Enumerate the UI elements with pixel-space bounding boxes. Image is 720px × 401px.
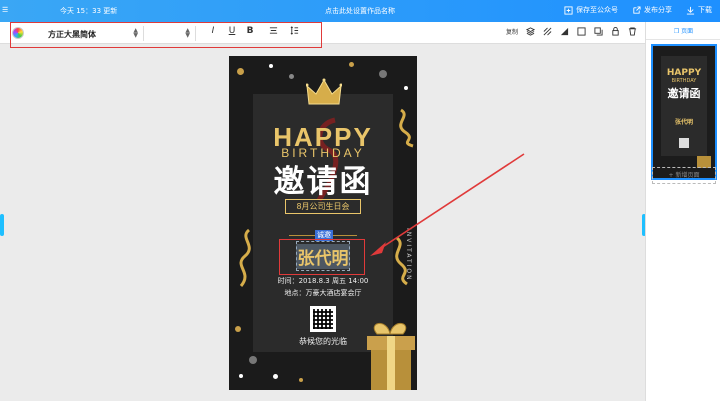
event-badge: 8月公司生日会: [285, 199, 361, 214]
add-page-button[interactable]: + 新增页面: [652, 167, 716, 184]
confetti-dot: [379, 70, 387, 78]
name-highlight-box: [279, 239, 365, 275]
top-bar: ☰ 今天 15：33 更新 点击此处设置作品名称 保存至公众号 发布分享 下载: [0, 0, 720, 22]
thumbnail-qr: [679, 138, 689, 148]
toolbar-highlight-box: [10, 22, 322, 48]
lock-icon[interactable]: [611, 27, 620, 36]
shadow-icon[interactable]: [594, 27, 603, 36]
save-to-wechat-button[interactable]: 保存至公众号: [564, 5, 618, 15]
publish-share-button[interactable]: 发布分享: [632, 5, 672, 15]
pattern-icon[interactable]: [543, 27, 552, 36]
divider: [646, 39, 720, 40]
pages-panel: ❐ 页面 HAPPY BIRTHDAY 邀请函 张代明 + 新增页面: [645, 22, 720, 401]
tab-pages[interactable]: ❐ 页面: [646, 26, 720, 35]
qr-code: [310, 306, 336, 332]
annotation-arrow: [370, 153, 525, 256]
download-button[interactable]: 下载: [686, 5, 712, 15]
confetti-dot: [249, 356, 257, 364]
download-icon: [686, 6, 695, 15]
border-icon[interactable]: [577, 27, 586, 36]
thumbnail-happy: HAPPY: [666, 68, 702, 78]
thumbnail-title: 邀请函: [667, 87, 701, 100]
external-share-icon: [633, 5, 641, 14]
opacity-icon[interactable]: [560, 27, 569, 36]
page-thumbnail[interactable]: HAPPY BIRTHDAY 邀请函 张代明: [651, 44, 717, 180]
confetti-dot: [289, 74, 294, 79]
download-label: 下载: [698, 6, 712, 14]
confetti-dot: [299, 378, 303, 382]
confetti-dot: [269, 64, 273, 68]
confetti-dot: [237, 68, 244, 75]
thumbnail-birthday: BIRTHDAY: [671, 78, 697, 84]
qr-pattern: [313, 309, 333, 329]
share-box-icon: [564, 5, 573, 15]
confetti-dot: [273, 374, 278, 379]
publish-share-label: 发布分享: [644, 6, 672, 14]
confetti-dot: [349, 62, 354, 67]
save-to-wechat-label: 保存至公众号: [576, 6, 618, 14]
gift-box-icon: [367, 323, 415, 390]
thumbnail-name: 张代明: [674, 119, 693, 126]
text-toolbar: 方正大黑简体 ▲ ▼ ▲ ▼ I U B 复制: [0, 22, 645, 48]
time-line: 时间：2018.8.3 周五 14:00: [277, 277, 369, 285]
confetti-dot: [239, 374, 243, 378]
place-line: 地点：万豪大酒店宴会厅: [284, 289, 362, 297]
crown-icon: [306, 78, 342, 105]
confetti-dot: [235, 326, 241, 332]
tab-pages-label: 页面: [681, 28, 694, 35]
copy-button[interactable]: 复制: [506, 27, 518, 36]
layers-icon[interactable]: [526, 27, 535, 36]
left-panel-handle[interactable]: [0, 214, 4, 236]
confetti-dot: [404, 86, 408, 90]
delete-icon[interactable]: [628, 27, 637, 36]
